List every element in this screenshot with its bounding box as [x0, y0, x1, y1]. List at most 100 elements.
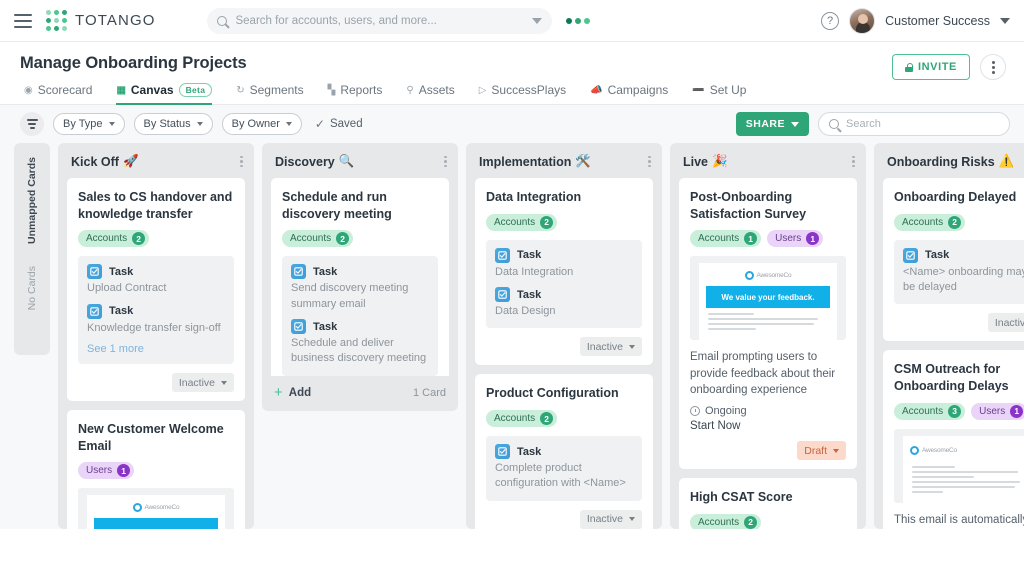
task-row[interactable]: Task: [291, 319, 429, 335]
board-search-input[interactable]: [846, 118, 999, 130]
board-search[interactable]: [818, 112, 1010, 136]
task-description: Knowledge transfer sign-off: [87, 321, 221, 334]
global-search[interactable]: [207, 7, 553, 34]
chip-accounts[interactable]: Accounts 2: [690, 513, 762, 529]
task-row[interactable]: Task: [495, 444, 633, 460]
filter-label: By Status: [143, 118, 191, 130]
global-search-input[interactable]: [235, 14, 525, 27]
tab-successplays[interactable]: ▷ SuccessPlays: [479, 83, 566, 104]
task-row[interactable]: Task: [495, 247, 633, 263]
share-button[interactable]: SHARE: [735, 112, 809, 136]
task-row[interactable]: Task: [291, 264, 429, 280]
brand-name: AwesomeCo: [922, 446, 957, 454]
card-csm-outreach-for-onboarding-delays[interactable]: CSM Outreach for Onboarding Delays Accou…: [883, 350, 1024, 529]
email-preview-outreach[interactable]: AwesomeCo: [894, 428, 1024, 503]
welcome-banner: Welcome ⟲: [94, 518, 218, 529]
task-row[interactable]: Task: [495, 287, 633, 303]
tab-canvas[interactable]: ▦ Canvas Beta: [116, 83, 213, 105]
chip-count: 3: [948, 404, 962, 418]
card-schedule-discovery-meeting[interactable]: Schedule and run discovery meeting Accou…: [271, 178, 449, 376]
totango-logo[interactable]: TOTANGO: [46, 9, 155, 32]
tab-reports[interactable]: ▚ Reports: [328, 83, 383, 104]
column-footer: + Add 1 Card: [262, 376, 458, 411]
chip-label: Accounts: [86, 233, 128, 245]
task-row[interactable]: Task: [87, 264, 225, 280]
avatar[interactable]: [849, 7, 876, 34]
email-preview-welcome[interactable]: AwesomeCo Welcome ⟲ Hello: [78, 488, 234, 529]
chip-accounts[interactable]: Accounts 2: [78, 230, 150, 248]
chip-accounts[interactable]: Accounts 2: [894, 213, 966, 231]
chip-accounts[interactable]: Accounts 2: [282, 230, 354, 248]
status-badge[interactable]: Draft: [797, 441, 846, 461]
add-card-label: Add: [288, 386, 312, 399]
card-data-integration[interactable]: Data Integration Accounts 2 Task Data In…: [475, 178, 653, 366]
status-badge[interactable]: Inactive: [579, 509, 642, 529]
card-footer: Inactive: [78, 373, 234, 393]
tab-campaigns[interactable]: 📣 Campaigns: [590, 83, 668, 104]
filter-icon[interactable]: [20, 112, 44, 136]
column-title-text: Live: [683, 154, 709, 169]
task-checkbox-icon: [291, 264, 306, 280]
unmapped-cards-rail[interactable]: Unmapped Cards No Cards: [14, 143, 50, 355]
card-post-onboarding-satisfaction-survey[interactable]: Post-Onboarding Satisfaction Survey Acco…: [679, 178, 857, 470]
chevron-down-icon: [833, 448, 839, 453]
card-description: This email is automatically sent to key …: [894, 513, 1024, 526]
saved-label: Saved: [329, 118, 363, 130]
task-row[interactable]: Task: [87, 303, 225, 319]
column-title: Discovery 🔍: [275, 154, 354, 169]
task-checkbox-icon: [87, 303, 102, 319]
column-title-text: Implementation: [479, 154, 572, 169]
chevron-down-icon[interactable]: [532, 17, 543, 24]
chip-users[interactable]: Users 1: [971, 402, 1024, 420]
filter-by-type[interactable]: By Type: [53, 113, 125, 135]
share-button-label: SHARE: [745, 118, 785, 130]
card-onboarding-delayed[interactable]: Onboarding Delayed Accounts 2 Task <Name…: [883, 178, 1024, 342]
chip-users[interactable]: Users 1: [78, 462, 135, 480]
status-badge[interactable]: Inactive: [579, 337, 642, 357]
column-card-count: 1 Card: [412, 386, 446, 399]
see-more-link[interactable]: See 1 more: [87, 343, 225, 355]
card-product-configuration[interactable]: Product Configuration Accounts 2 Task Co…: [475, 374, 653, 529]
tab-set-up[interactable]: ➖ Set Up: [692, 83, 746, 104]
page-more-options-button[interactable]: [980, 54, 1006, 80]
chip-accounts[interactable]: Accounts 3: [894, 402, 966, 420]
tab-label: Segments: [249, 83, 304, 97]
chip-accounts[interactable]: Accounts 2: [486, 213, 558, 231]
chip-label: Accounts: [290, 233, 332, 245]
card-chips: Accounts 2: [282, 230, 438, 248]
card-sales-to-cs-handover[interactable]: Sales to CS handover and knowledge trans…: [67, 178, 245, 402]
filter-by-owner[interactable]: By Owner: [221, 113, 302, 135]
hamburger-menu-icon[interactable]: [14, 13, 32, 28]
column-more-options-button[interactable]: [444, 155, 447, 168]
brand-name: AwesomeCo: [756, 272, 792, 280]
chip-label: Accounts: [902, 216, 944, 228]
page-title: Manage Onboarding Projects: [20, 54, 247, 72]
tab-segments[interactable]: ↻ Segments: [236, 83, 303, 104]
chip-accounts[interactable]: Accounts 2: [486, 410, 558, 428]
card-title: Onboarding Delayed: [894, 190, 1017, 204]
help-icon[interactable]: ?: [821, 11, 840, 30]
chip-count: 2: [132, 232, 146, 246]
tab-scorecard[interactable]: ◉ Scorecard: [24, 83, 92, 104]
status-badge[interactable]: Inactive: [987, 313, 1024, 333]
status-label: Draft: [804, 444, 827, 457]
card-new-customer-welcome-email[interactable]: New Customer Welcome Email Users 1 Aweso…: [67, 410, 245, 529]
email-preview-feedback[interactable]: AwesomeCo We value your feedback.: [690, 256, 846, 341]
tab-assets[interactable]: ⚲ Assets: [406, 83, 454, 104]
page-tabs: ◉ Scorecard ▦ Canvas Beta ↻ Segments ▚ R…: [0, 73, 1024, 105]
status-badge[interactable]: Inactive: [171, 373, 234, 393]
column-more-options-button[interactable]: [852, 155, 855, 168]
chip-users[interactable]: Users 1: [767, 230, 824, 248]
column-more-options-button[interactable]: [240, 155, 243, 168]
invite-button[interactable]: INVITE: [891, 54, 970, 80]
task-row[interactable]: Task: [903, 247, 1024, 263]
chip-accounts[interactable]: Accounts 1: [690, 230, 762, 248]
card-title: Post-Onboarding Satisfaction Survey: [690, 190, 807, 221]
add-card-button[interactable]: + Add: [274, 385, 311, 400]
target-icon: ◉: [24, 84, 33, 96]
filter-by-status[interactable]: By Status: [133, 113, 213, 135]
user-menu-chevron-icon[interactable]: [1000, 17, 1010, 24]
card-high-csat-score[interactable]: High CSAT Score Accounts 2 Task Request …: [679, 478, 857, 529]
column-more-options-button[interactable]: [648, 155, 651, 168]
chip-count: 2: [540, 215, 554, 229]
